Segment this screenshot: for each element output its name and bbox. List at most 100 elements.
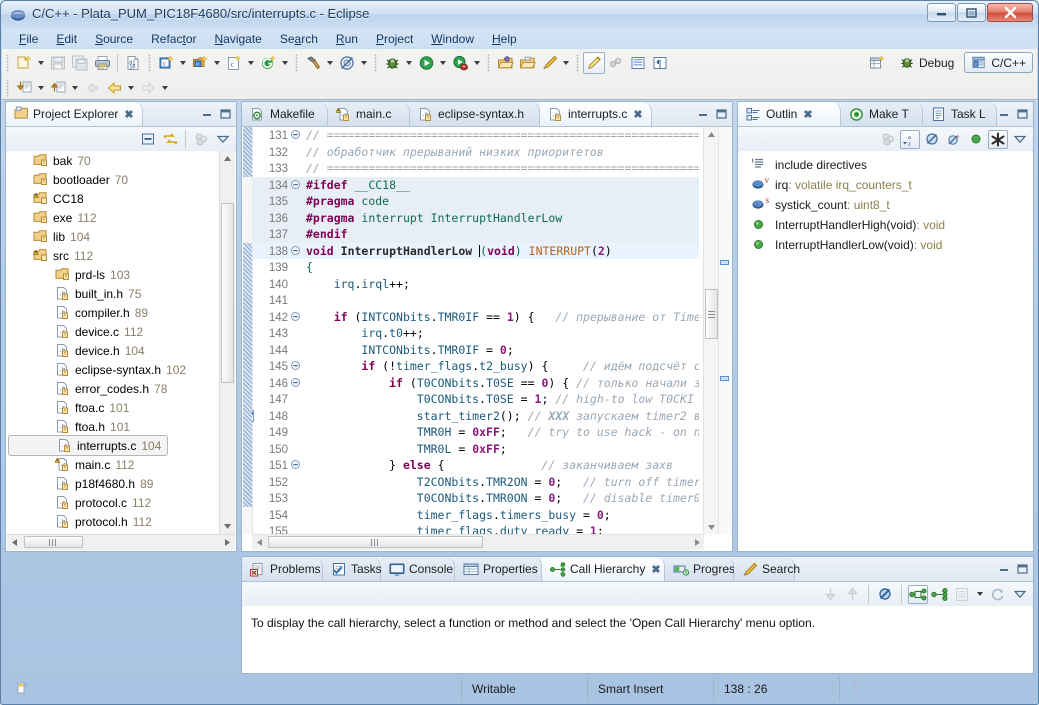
perspective-debug-button[interactable]: Debug [893,53,960,72]
close-icon[interactable]: ✖ [124,108,133,121]
back-disabled-icon[interactable] [81,77,103,99]
hide-static-icon[interactable]: s [944,130,964,149]
code-line[interactable]: 133// ==================================… [252,160,699,177]
code-line[interactable]: 152 T2CONbits.TMR2ON = 0; // turn off ti… [252,474,699,491]
tab-tasks[interactable]: Tasks [323,557,381,581]
scroll-up-icon[interactable] [704,127,719,141]
code-line[interactable]: 151 } else { // заканчиваем захв [252,457,699,474]
save-icon[interactable] [47,52,69,74]
code-line[interactable]: 138void InterruptHandlerLow (void) INTER… [252,243,699,260]
show-callers-icon[interactable] [908,585,928,604]
scroll-left-icon[interactable] [252,535,266,550]
tab-call-hierarchy[interactable]: Call Hierarchy✖ [542,557,665,581]
tree-item[interactable]: bootloader70 [7,170,220,189]
hide-members-icon[interactable] [966,130,986,149]
editor-hscrollbar[interactable] [252,534,704,550]
code-line[interactable]: 147 T0CONbits.T0SE = 1; // high-to low T… [252,391,699,408]
minimize-icon[interactable] [998,562,1011,575]
tab-eclipse-syntax-h[interactable]: .heclipse-syntax.h [410,102,540,126]
show-callees-icon[interactable] [930,585,950,604]
tab-outlin[interactable]: Outlin✖ [738,102,841,126]
toolbar-grip-4[interactable] [374,54,377,72]
code-line[interactable]: 155 timer_flags.duty_ready = 1; [252,523,699,534]
fold-toggle-icon[interactable] [288,359,302,376]
run-last-dropdown-icon[interactable] [471,52,483,74]
menu-search[interactable]: Search [271,30,327,48]
arrow-down-icon[interactable] [820,585,840,604]
view-menu-icon[interactable] [213,130,233,149]
sort-az-icon[interactable]: az [900,130,920,149]
fold-toggle-icon[interactable] [288,244,302,261]
tab-main-c[interactable]: .cmain.c [328,102,410,126]
code-line[interactable]: 154 timer_flags.timers_busy = 0; [252,507,699,524]
scroll-down-icon[interactable] [704,520,719,534]
scroll-thumb[interactable] [705,289,718,339]
maximize-icon[interactable] [1016,562,1029,575]
outline-item[interactable]: InterruptHandlerHigh(void) : void [739,215,1032,235]
print-icon[interactable] [91,52,113,74]
overview-mark[interactable] [720,260,729,265]
export-dropdown-icon[interactable] [69,77,81,99]
code-editor[interactable]: 131// ==================================… [243,127,731,550]
code-line[interactable]: 143 irq.t0++; [252,325,699,342]
debug-dropdown-icon[interactable] [403,52,415,74]
code-text[interactable]: 131// ==================================… [252,127,699,534]
build-dropdown-icon[interactable] [324,52,336,74]
tree-item[interactable]: .cprotocol.c112 [7,494,220,513]
menu-refactor[interactable]: Refactor [142,30,205,48]
perspective-cpp-button[interactable]: c C/C++ [964,52,1033,73]
tree-item[interactable]: bak70 [7,151,220,170]
forward-icon[interactable] [137,77,159,99]
menu-window[interactable]: Window [422,30,483,48]
code-line[interactable]: 139{ [252,259,699,276]
minimize-icon[interactable] [697,107,710,120]
tab-make-t[interactable]: Make T [841,102,923,126]
code-line[interactable]: 148 start_timer2(); // XXX запускаем tim… [252,408,699,425]
code-line[interactable]: 145 if (!timer_flags.t2_busy) { // идём … [252,358,699,375]
fold-toggle-icon[interactable] [288,178,302,195]
open-folder-icon[interactable] [516,52,538,74]
scroll-up-icon[interactable] [220,151,235,166]
tree-item[interactable]: lib104 [7,227,220,246]
tree-item[interactable]: CC18 [7,189,220,208]
menu-run[interactable]: Run [327,30,367,48]
save-all-icon[interactable] [69,52,91,74]
tree-item[interactable]: src112 [7,246,220,265]
link-icon[interactable] [605,52,627,74]
tab-makefile[interactable]: Makefile [242,102,328,126]
history-list-icon[interactable] [952,585,972,604]
code-line[interactable]: 137#endif [252,226,699,243]
new-c-class-dropdown-icon[interactable] [211,52,223,74]
tab-project-explorer[interactable]: Project Explorer ✖ [6,102,143,126]
debug-bug-icon[interactable] [381,52,403,74]
fold-toggle-icon[interactable] [288,310,302,327]
new-c-file-icon[interactable]: c [223,52,245,74]
overview-mark[interactable] [720,376,729,381]
hide-fields-icon[interactable] [878,130,898,149]
tab-console[interactable]: Console [381,557,455,581]
outline-list[interactable]: include directivesvirq : volatile irq_co… [739,151,1032,550]
outline-item[interactable]: ssystick_count : uint8_t [739,195,1032,215]
fold-toggle-icon[interactable] [288,128,302,145]
view-filter-icon[interactable] [191,130,211,149]
run-last-tool-icon[interactable] [449,52,471,74]
hscroll-thumb[interactable] [24,536,83,548]
menu-file[interactable]: File [10,30,47,48]
new-wizard-dropdown-icon[interactable] [35,52,47,74]
new-c-file-dropdown-icon[interactable] [245,52,257,74]
code-line[interactable]: 149 TMR0H = 0xFF; // try to use hack - o… [252,424,699,441]
new-c-class-icon[interactable]: c [189,52,211,74]
tree-item[interactable]: .hp18f4680.h89 [7,475,220,494]
run-dropdown-icon[interactable] [437,52,449,74]
minimize-icon[interactable] [998,107,1011,120]
collapse-all-icon[interactable] [138,130,158,149]
tree-item[interactable]: .hdevice.h104 [7,341,220,360]
code-line[interactable]: 146 if (T0CONbits.T0SE == 0) { // только… [252,375,699,392]
open-perspective-icon[interactable] [867,52,889,74]
code-line[interactable]: 141 [252,292,699,309]
run-icon[interactable] [415,52,437,74]
tree-item[interactable]: prd-ls103 [7,265,220,284]
scroll-down-icon[interactable] [220,519,235,534]
hscroll-thumb[interactable] [268,536,483,548]
tree-item[interactable]: .cmain.c112 [7,456,220,475]
